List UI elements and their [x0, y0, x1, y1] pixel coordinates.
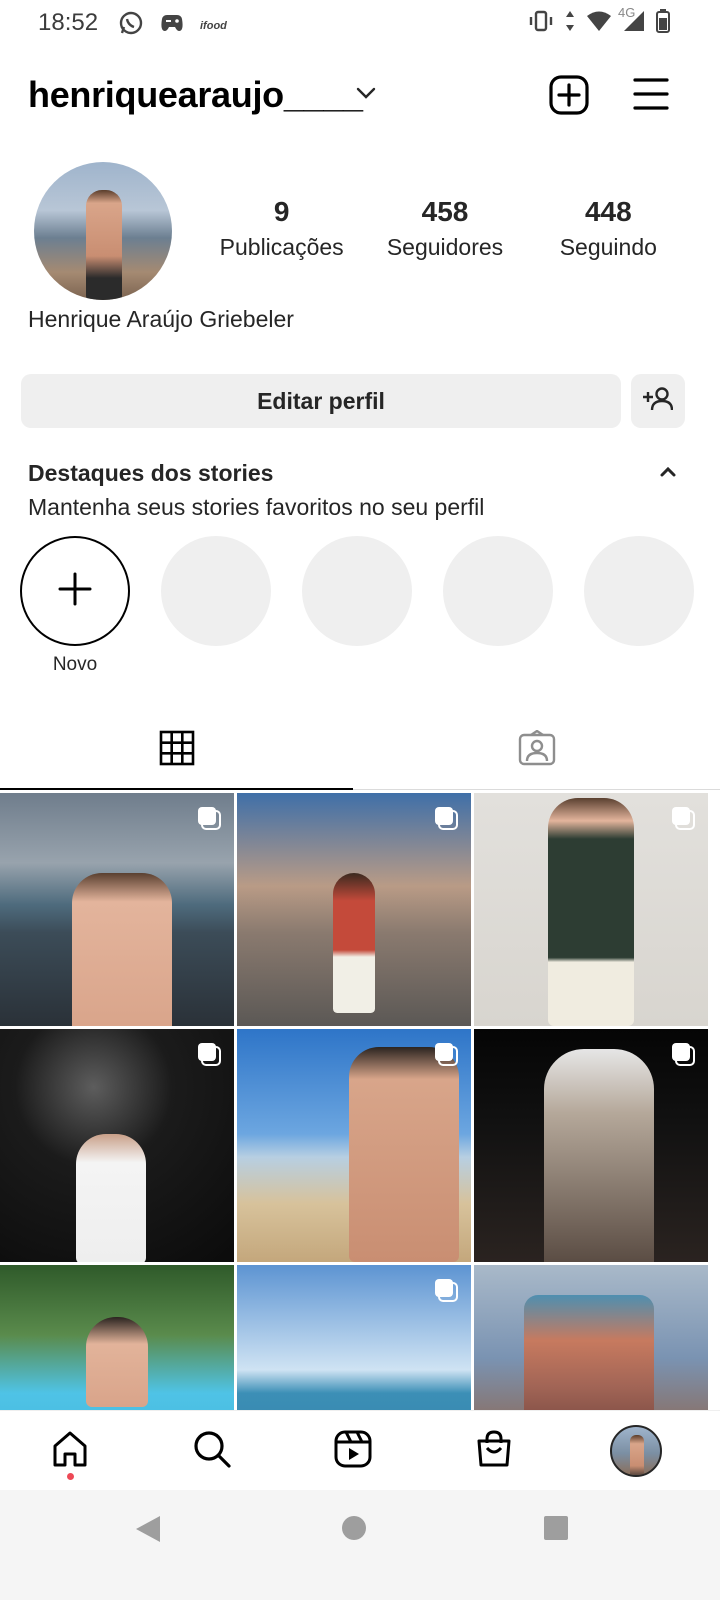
multiple-photos-icon	[196, 1041, 222, 1067]
multiple-photos-icon	[433, 805, 459, 831]
post-photo-subject	[349, 1047, 459, 1262]
post-photo-subject	[524, 1295, 654, 1425]
back-icon[interactable]	[134, 1514, 162, 1549]
network-type-label: 4G	[618, 5, 636, 20]
post-photo-subject	[548, 798, 634, 1026]
multiple-photos-icon	[433, 1041, 459, 1067]
post-photo-subject	[86, 1317, 148, 1407]
highlights-subtitle: Mantenha seus stories favoritos no seu p…	[28, 494, 485, 520]
recents-icon[interactable]	[543, 1515, 569, 1546]
stat-following-label: Seguindo	[559, 234, 657, 260]
highlight-placeholder	[302, 536, 412, 646]
wifi-icon	[586, 10, 612, 37]
stat-posts[interactable]: 9 Publicações	[200, 196, 363, 261]
vibrate-icon	[528, 9, 554, 38]
profile-stats: 9 Publicações 458 Seguidores 448 Seguind…	[200, 196, 690, 261]
profile-tabs	[0, 712, 720, 790]
stat-posts-label: Publicações	[219, 234, 344, 260]
home-icon	[50, 1429, 90, 1474]
profile-avatar[interactable]	[610, 1425, 662, 1477]
stat-followers-count: 458	[421, 196, 469, 227]
plus-icon	[57, 571, 93, 612]
discover-people-button[interactable]	[631, 374, 685, 428]
post-photo-subject	[76, 1134, 146, 1262]
avatar-photo	[86, 190, 122, 300]
post-photo-subject	[72, 873, 172, 1026]
username[interactable]: henriquearaujo____	[28, 74, 363, 116]
shop-icon	[474, 1429, 514, 1474]
ifood-icon: ifood	[200, 19, 227, 32]
chevron-down-icon[interactable]	[356, 86, 376, 105]
chevron-up-icon[interactable]	[658, 464, 678, 483]
reels-icon	[333, 1429, 373, 1474]
post-thumbnail[interactable]	[237, 1029, 471, 1262]
nav-home[interactable]	[42, 1425, 98, 1477]
signal-icon: 4G	[618, 5, 646, 38]
multiple-photos-icon	[670, 805, 696, 831]
new-highlight-label: Novo	[52, 654, 98, 675]
stat-following-count: 448	[584, 196, 632, 227]
profile-header: henriquearaujo____	[0, 60, 720, 130]
tagged-icon	[518, 729, 556, 771]
avatar-photo	[630, 1435, 644, 1475]
battery-icon	[656, 8, 670, 39]
highlights-title: Destaques dos stories	[28, 460, 274, 486]
multiple-photos-icon	[670, 1041, 696, 1067]
system-navigation-bar	[0, 1490, 720, 1600]
posts-grid	[0, 793, 720, 1498]
highlight-placeholder	[443, 536, 553, 646]
menu-icon[interactable]	[632, 76, 670, 117]
tab-tagged[interactable]	[353, 712, 720, 790]
tab-posts-grid[interactable]	[0, 712, 353, 790]
stat-followers[interactable]: 458 Seguidores	[363, 196, 526, 261]
multiple-photos-icon	[196, 805, 222, 831]
new-post-icon[interactable]	[548, 74, 590, 121]
status-time: 18:52	[38, 9, 99, 36]
post-thumbnail[interactable]	[0, 1029, 234, 1262]
new-highlight-button[interactable]	[20, 536, 130, 646]
stat-following[interactable]: 448 Seguindo	[527, 196, 690, 261]
nav-search[interactable]	[184, 1425, 240, 1477]
notification-dot	[67, 1473, 74, 1480]
home-circle-icon[interactable]	[341, 1515, 367, 1546]
bottom-navigation	[0, 1410, 720, 1490]
edit-profile-button[interactable]: Editar perfil	[21, 374, 621, 428]
status-bar: 18:52 ifood 4G	[0, 0, 720, 46]
stat-followers-label: Seguidores	[386, 234, 504, 260]
profile-avatar-large[interactable]	[34, 162, 172, 300]
highlight-placeholder	[584, 536, 694, 646]
profile-full-name: Henrique Araújo Griebeler	[28, 306, 294, 332]
data-arrows-icon	[564, 9, 576, 38]
grid-icon	[159, 730, 195, 771]
add-user-icon	[643, 386, 674, 417]
nav-shop[interactable]	[466, 1425, 522, 1477]
nav-reels[interactable]	[325, 1425, 381, 1477]
post-photo-subject	[544, 1049, 654, 1262]
whatsapp-icon	[118, 10, 144, 41]
highlight-placeholder	[161, 536, 271, 646]
multiple-photos-icon	[433, 1277, 459, 1303]
post-thumbnail[interactable]	[474, 1029, 708, 1262]
post-photo-subject	[333, 873, 375, 1013]
post-thumbnail[interactable]	[474, 793, 708, 1026]
search-icon	[192, 1429, 232, 1474]
post-thumbnail[interactable]	[0, 793, 234, 1026]
stat-posts-count: 9	[273, 196, 290, 227]
game-controller-icon	[158, 11, 186, 40]
post-thumbnail[interactable]	[237, 793, 471, 1026]
